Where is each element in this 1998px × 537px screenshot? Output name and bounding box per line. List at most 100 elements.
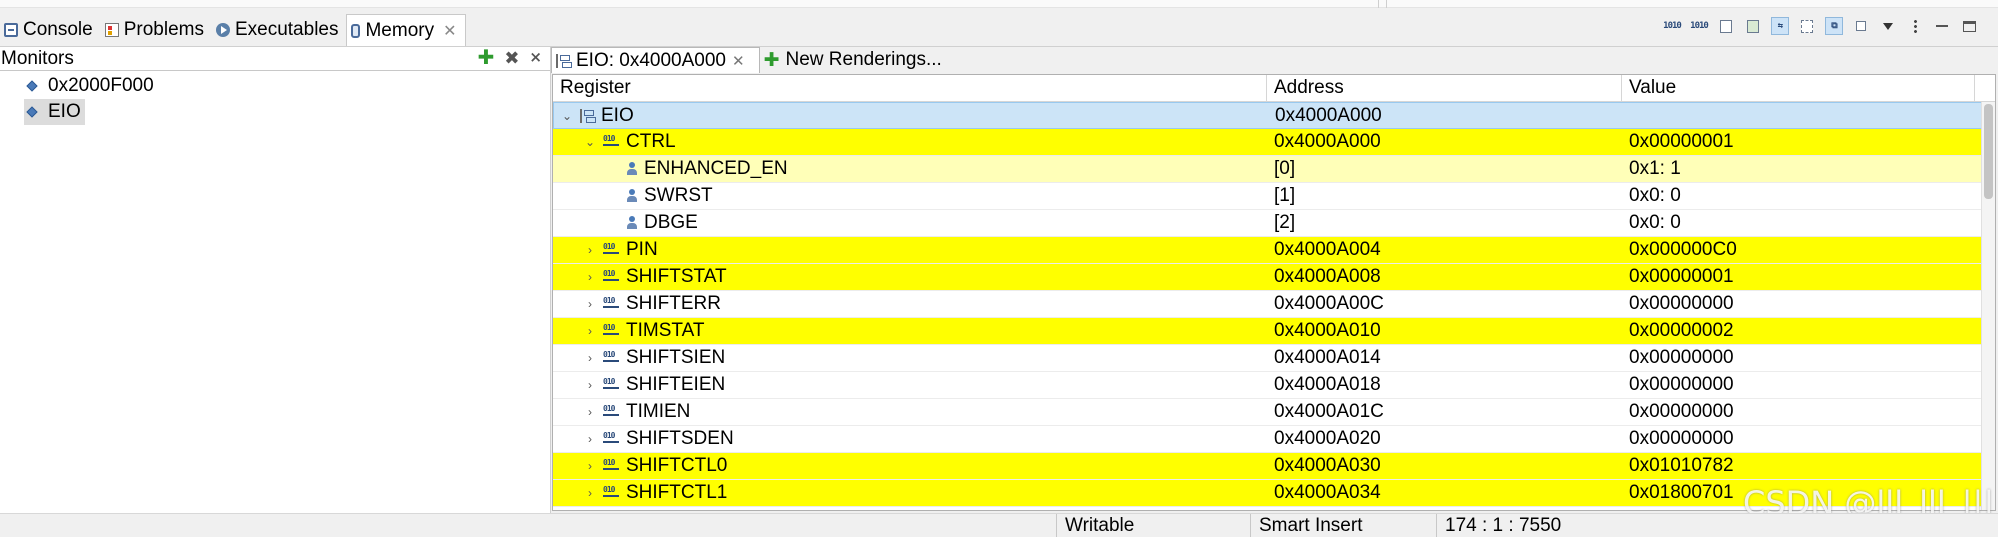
chevron-right-icon[interactable]: › (584, 486, 596, 500)
tab-rendering-label: EIO: 0x4000A000 (576, 49, 726, 71)
memory-view-toolbar: 1010 1010 ⇆ ⧉ (1663, 14, 1978, 38)
close-icon[interactable]: ✕ (443, 21, 456, 41)
link-icon[interactable]: ⇆ (1771, 17, 1789, 35)
table-row[interactable]: SWRST [1] 0x0: 0 (553, 183, 1995, 210)
address-cell: 0x4000A008 (1274, 266, 1381, 287)
table-row[interactable]: ⌄ CTRL 0x4000A000 0x00000001 (553, 129, 1995, 156)
table-row[interactable]: ⌄ EIO 0x4000A000 (553, 102, 1995, 129)
view-tab-bar: Console Problems Executables Memory ✕ 10… (0, 0, 1998, 47)
tab-problems[interactable]: Problems (101, 14, 212, 46)
remove-monitor-icon[interactable]: ✖ (504, 49, 519, 67)
pin-icon[interactable] (1852, 17, 1870, 35)
value-cell[interactable]: 0x00000002 (1622, 318, 1975, 344)
tab-new-renderings[interactable]: ✚ New Renderings... (760, 47, 956, 73)
export-icon[interactable] (1717, 17, 1735, 35)
table-row[interactable]: › SHIFTCTL0 0x4000A030 0x01010782 (553, 453, 1995, 480)
register-cell: › TIMIEN (553, 399, 1267, 425)
value-cell[interactable]: 0x000000C0 (1622, 237, 1975, 263)
column-header-register[interactable]: Register (553, 75, 1267, 101)
column-header-address[interactable]: Address (1267, 75, 1622, 101)
table-row[interactable]: › SHIFTSIEN 0x4000A014 0x00000000 (553, 345, 1995, 372)
table-row[interactable]: › SHIFTSTAT 0x4000A008 0x00000001 (553, 264, 1995, 291)
table-row[interactable]: DBGE [2] 0x0: 0 (553, 210, 1995, 237)
toggle-monitors-icon[interactable]: ⧉ (1825, 17, 1843, 35)
chevron-right-icon[interactable]: › (584, 270, 596, 284)
chevron-down-icon[interactable]: ⌄ (561, 109, 573, 123)
tab-rendering-eio[interactable]: EIO: 0x4000A000 ✕ (551, 47, 760, 73)
add-icon: ✚ (763, 49, 780, 71)
tab-console[interactable]: Console (0, 14, 101, 46)
chevron-right-icon[interactable]: › (584, 351, 596, 365)
table-row[interactable]: ENHANCED_EN [0] 0x1: 1 (553, 156, 1995, 183)
column-header-value[interactable]: Value (1622, 75, 1975, 101)
scrollbar-thumb[interactable] (1984, 104, 1993, 199)
tab-memory[interactable]: Memory ✕ (346, 14, 466, 46)
register-name: SHIFTEIEN (626, 374, 726, 395)
register-icon (603, 323, 619, 336)
register-icon (603, 485, 619, 498)
value-cell[interactable]: 0x00000000 (1622, 426, 1975, 452)
value-cell[interactable]: 0x00000001 (1622, 129, 1975, 155)
chevron-right-icon[interactable]: › (584, 405, 596, 419)
monitor-item-label: 0x2000F000 (48, 75, 154, 96)
minimize-icon[interactable] (1933, 17, 1951, 35)
address-cell: 0x4000A010 (1274, 320, 1381, 341)
maximize-icon[interactable] (1960, 17, 1978, 35)
view-menu-icon[interactable] (1879, 17, 1897, 35)
address-cell: [2] (1274, 212, 1296, 233)
table-row[interactable]: › SHIFTERR 0x4000A00C 0x00000000 (553, 291, 1995, 318)
chevron-right-icon[interactable]: › (584, 297, 596, 311)
monitor-item[interactable]: 0x2000F000 (0, 73, 154, 99)
address-cell: 0x4000A000 (1274, 131, 1381, 152)
import-icon[interactable] (1744, 17, 1762, 35)
binary-format-icon[interactable]: 1010 (1690, 17, 1709, 35)
value-cell[interactable]: 0x01010782 (1622, 453, 1975, 479)
console-icon (4, 23, 18, 37)
register-icon (603, 269, 619, 282)
table-row[interactable]: › PIN 0x4000A004 0x000000C0 (553, 237, 1995, 264)
table-row[interactable]: › TIMSTAT 0x4000A010 0x00000002 (553, 318, 1995, 345)
value-cell[interactable]: 0x00000000 (1622, 345, 1975, 371)
address-cell: 0x4000A018 (1274, 374, 1381, 395)
field-icon (627, 216, 637, 230)
chevron-right-icon[interactable]: › (584, 459, 596, 473)
monitor-item-selected[interactable]: EIO (24, 99, 85, 125)
chevron-right-icon[interactable]: › (584, 243, 596, 257)
value-cell[interactable]: 0x00000000 (1622, 399, 1975, 425)
register-name: SWRST (644, 185, 713, 206)
add-monitor-icon[interactable]: ✚ (478, 48, 495, 68)
register-name: SHIFTSDEN (626, 428, 734, 449)
vertical-scrollbar[interactable] (1981, 102, 1995, 510)
close-icon[interactable]: ✕ (732, 52, 745, 70)
remove-all-monitors-icon[interactable]: ⨯ (529, 49, 542, 67)
value-cell[interactable]: 0x00000000 (1622, 291, 1975, 317)
address-cell: 0x4000A020 (1274, 428, 1381, 449)
value-cell[interactable]: 0x00000000 (1622, 372, 1975, 398)
table-row[interactable]: › SHIFTSDEN 0x4000A020 0x00000000 (553, 426, 1995, 453)
value-cell[interactable]: 0x00000001 (1622, 264, 1975, 290)
memory-icon (351, 23, 361, 38)
value-cell[interactable]: 0x1: 1 (1622, 156, 1975, 182)
table-row[interactable]: › TIMIEN 0x4000A01C 0x00000000 (553, 399, 1995, 426)
table-header: Register Address Value (553, 75, 1995, 102)
chevron-right-icon[interactable]: › (584, 378, 596, 392)
tab-executables[interactable]: Executables (212, 14, 347, 46)
hex-format-icon[interactable]: 1010 (1663, 17, 1682, 35)
chevron-right-icon[interactable]: › (584, 324, 596, 338)
chevron-right-icon[interactable]: › (584, 432, 596, 446)
table-row[interactable]: › SHIFTEIEN 0x4000A018 0x00000000 (553, 372, 1995, 399)
more-options-icon[interactable] (1906, 17, 1924, 35)
chevron-down-icon[interactable]: ⌄ (584, 135, 596, 149)
register-name: SHIFTCTL0 (626, 455, 728, 476)
register-cell: › SHIFTSDEN (553, 426, 1267, 452)
value-cell[interactable]: 0x0: 0 (1622, 210, 1975, 236)
register-name: TIMSTAT (626, 320, 705, 341)
rendering-tabs: EIO: 0x4000A000 ✕ ✚ New Renderings... (551, 47, 1998, 73)
table-renderings-icon[interactable] (1798, 17, 1816, 35)
value-cell[interactable]: 0x0: 0 (1622, 183, 1975, 209)
address-cell: 0x4000A014 (1274, 347, 1381, 368)
table-body: ⌄EIO0x4000A000⌄CTRL0x4000A0000x00000001E… (553, 102, 1995, 507)
renderings-pane: EIO: 0x4000A000 ✕ ✚ New Renderings... Re… (551, 47, 1998, 513)
value-cell[interactable] (1623, 103, 1976, 128)
register-cell: › SHIFTCTL1 (553, 480, 1267, 506)
